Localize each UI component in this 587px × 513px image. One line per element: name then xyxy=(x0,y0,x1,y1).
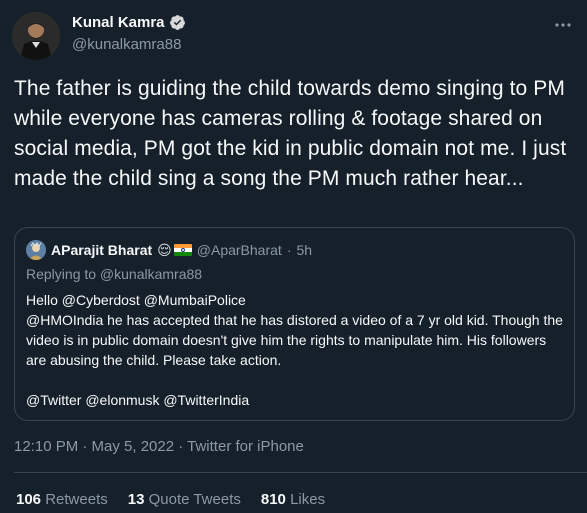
quoted-avatar-icon xyxy=(26,240,46,260)
quoted-body-line: @Twitter @elonmusk @TwitterIndia xyxy=(26,392,250,408)
quoted-tweet-time[interactable]: 5h xyxy=(296,242,312,258)
retweets-label: Retweets xyxy=(45,491,108,508)
avatar-photo-icon xyxy=(12,12,60,60)
more-options-icon[interactable] xyxy=(553,18,573,32)
author-name-block: Kunal Kamra @kunalkamra88 xyxy=(72,14,186,53)
retweets-stat[interactable]: 106 Retweets xyxy=(16,491,108,508)
quoted-author-avatar[interactable] xyxy=(26,240,46,260)
quoted-tweet[interactable]: AParajit Bharat 😌 @AparBharat · 5h Reply… xyxy=(14,227,575,421)
tweet-stats: 106 Retweets 13 Quote Tweets 810 Likes xyxy=(16,491,325,508)
quoted-tweet-header: AParajit Bharat 😌 @AparBharat · 5h xyxy=(26,240,312,260)
quote-tweets-label: Quote Tweets xyxy=(148,491,241,508)
replying-to[interactable]: Replying to @kunalkamra88 xyxy=(26,266,202,282)
divider xyxy=(14,472,587,473)
likes-stat[interactable]: 810 Likes xyxy=(261,491,325,508)
author-display-name[interactable]: Kunal Kamra xyxy=(72,14,165,31)
quoted-body-line: @HMOIndia he has accepted that he has di… xyxy=(26,312,563,368)
retweets-count: 106 xyxy=(16,491,42,508)
quoted-tweet-body: Hello @Cyberdost @MumbaiPolice @HMOIndia… xyxy=(26,290,566,410)
tweet-timestamp[interactable]: 12:10 PM · May 5, 2022 · Twitter for iPh… xyxy=(14,438,304,455)
india-flag-icon xyxy=(173,244,192,256)
separator-dot: · xyxy=(286,242,292,258)
quoted-author-handle[interactable]: @AparBharat xyxy=(197,242,282,258)
verified-badge-icon xyxy=(169,15,185,30)
likes-label: Likes xyxy=(290,491,326,508)
tweet-text: The father is guiding the child towards … xyxy=(14,77,567,190)
tweet-card: Kunal Kamra @kunalkamra88 The father is … xyxy=(0,0,587,513)
author-handle[interactable]: @kunalkamra88 xyxy=(72,36,186,53)
likes-count: 810 xyxy=(260,491,286,508)
quote-tweets-stat[interactable]: 13 Quote Tweets xyxy=(128,491,241,508)
author-avatar[interactable] xyxy=(12,12,60,60)
quote-tweets-count: 13 xyxy=(127,491,145,508)
quoted-author-emoji: 😌 xyxy=(157,242,192,259)
quoted-author-name[interactable]: AParajit Bharat xyxy=(51,242,152,258)
relieved-face-icon: 😌 xyxy=(157,241,172,258)
quoted-body-line: Hello @Cyberdost @MumbaiPolice xyxy=(26,292,246,308)
